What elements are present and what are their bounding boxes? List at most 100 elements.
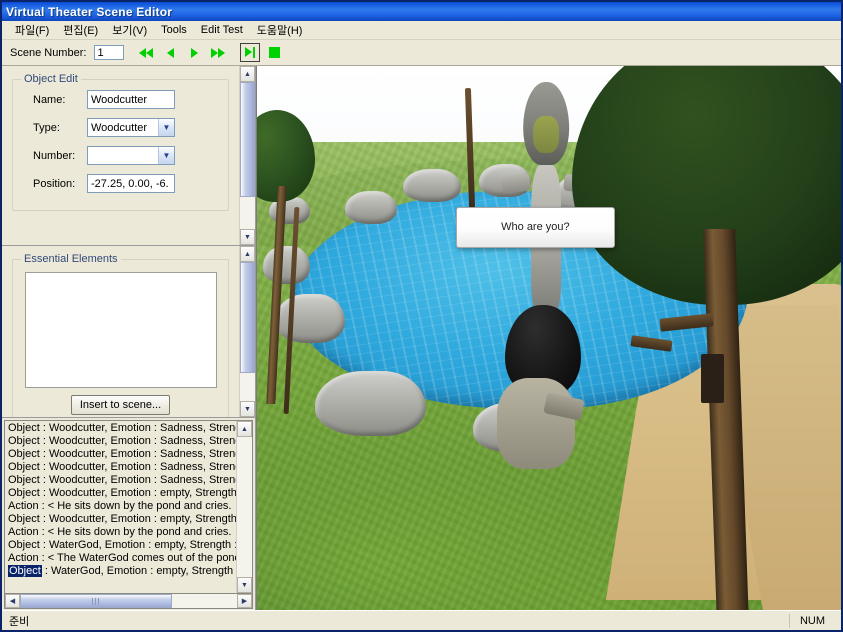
scroll-right-icon[interactable]: ▶ [237,594,252,608]
menu-view[interactable]: 보기(V) [105,20,154,40]
speech-bubble-text: Who are you? [501,221,570,234]
scroll-down-icon[interactable]: ▼ [237,577,252,593]
scene-number-input[interactable] [94,45,125,60]
window-title: Virtual Theater Scene Editor [6,4,173,19]
log-row-prefix: Object [8,565,42,577]
script-log-box[interactable]: Object : Woodcutter, Emotion : Sadness, … [4,420,253,594]
log-row-text: : Woodcutter, Emotion : Sadness, Strengt [39,448,236,460]
number-combobox[interactable]: ▼ [87,146,175,165]
object-edit-group-title: Object Edit [21,73,81,85]
scroll-up-icon[interactable]: ▲ [240,246,255,262]
scene-number-label: Scene Number: [10,46,87,59]
insert-to-scene-button[interactable]: Insert to scene... [70,395,171,415]
log-row[interactable]: Object : Woodcutter, Emotion : empty, St… [6,513,236,526]
rock [403,169,462,202]
scroll-left-icon[interactable]: ◀ [5,594,20,608]
scroll-down-icon[interactable]: ▼ [240,401,255,417]
toolbar: Scene Number: [2,40,841,66]
log-row-prefix: Object [8,513,40,525]
log-row[interactable]: Object : Woodcutter, Emotion : Sadness, … [6,474,236,487]
rewind-icon [139,47,154,58]
scroll-thumb[interactable] [240,262,255,374]
log-row[interactable]: Object : Woodcutter, Emotion : Sadness, … [6,422,236,435]
number-label: Number: [33,149,76,162]
log-row[interactable]: Object : Woodcutter, Emotion : empty, St… [6,487,236,500]
name-input[interactable] [87,90,175,109]
essential-elements-pane: Essential Elements Insert to scene... ▲ … [2,246,255,418]
chevron-down-icon[interactable]: ▼ [158,119,174,136]
log-row[interactable]: Action : < The WaterGod comes out of the… [6,552,236,565]
essential-elements-group-title: Essential Elements [21,253,121,265]
log-row-text: : < He sits down by the pond and cries. [38,526,232,538]
play-button[interactable] [240,43,261,62]
branch-stub [700,354,725,404]
log-row-text: : < He sits down by the pond and cries. [38,500,232,512]
essential-elements-scrollbar[interactable]: ▲ ▼ [239,246,255,417]
script-log-scrollbar[interactable]: ▲ ▼ [236,421,252,593]
log-row-prefix: Object [8,539,40,551]
fast-forward-icon [211,47,226,58]
menu-edit[interactable]: 편집(E) [56,20,105,40]
position-row: Position: [21,174,220,193]
log-row[interactable]: Object : Woodcutter, Emotion : Sadness, … [6,461,236,474]
type-combobox[interactable]: Woodcutter ▼ [87,118,175,137]
log-row[interactable]: Object : WaterGod, Emotion : empty, Stre… [6,565,236,578]
scroll-thumb[interactable] [240,82,255,197]
type-combobox-value: Woodcutter [91,121,148,134]
log-row-prefix: Object [8,474,40,486]
scroll-down-icon[interactable]: ▼ [240,229,255,245]
log-row-prefix: Object [8,448,40,460]
stop-button[interactable] [264,43,285,62]
object-edit-pane: Object Edit Name: Type: Woodcutter ▼ [2,66,255,246]
chevron-down-icon[interactable]: ▼ [158,147,174,164]
log-row-prefix: Object [8,435,40,447]
log-row-text: : Woodcutter, Emotion : Sadness, Strengt [39,474,236,486]
position-input[interactable] [87,174,175,193]
menu-tools[interactable]: Tools [154,22,194,38]
log-row-text: : Woodcutter, Emotion : empty, Strength [39,513,236,525]
scene-3d-viewport[interactable]: Who are you? [256,66,841,610]
script-log-hscrollbar[interactable]: ◀ ▶ [4,594,253,609]
menu-help[interactable]: 도움말(H) [250,20,310,40]
log-row-text: : Woodcutter, Emotion : empty, Strength [39,487,236,499]
first-scene-button[interactable] [136,43,157,62]
status-message: 준비 [9,615,30,628]
script-log-pane: Object : Woodcutter, Emotion : Sadness, … [2,418,255,610]
log-row-prefix: Object [8,422,40,434]
last-scene-button[interactable] [208,43,229,62]
log-row-text: : Woodcutter, Emotion : Sadness, Strengt [39,461,236,473]
character-woodcutter[interactable] [491,305,596,479]
rock [315,370,427,436]
log-row[interactable]: Object : Woodcutter, Emotion : Sadness, … [6,435,236,448]
rock [262,245,310,284]
object-edit-scrollbar[interactable]: ▲ ▼ [239,66,255,245]
position-label: Position: [33,177,76,190]
log-row-text: : Woodcutter, Emotion : Sadness, Strengt [39,435,236,447]
status-bar: 준비 NUM [2,610,841,630]
log-row-prefix: Action [8,500,39,512]
next-icon [190,47,198,58]
menu-edit-test[interactable]: Edit Test [194,22,250,38]
previous-scene-button[interactable] [160,43,181,62]
scroll-track-horizontal[interactable] [20,594,237,608]
left-panel: Object Edit Name: Type: Woodcutter ▼ [2,66,256,610]
scroll-up-icon[interactable]: ▲ [240,66,255,82]
menu-file[interactable]: 파일(F) [8,20,56,40]
log-row[interactable]: Action : < He sits down by the pond and … [6,526,236,539]
log-row[interactable]: Action : < He sits down by the pond and … [6,500,236,513]
scroll-thumb-horizontal[interactable] [20,594,172,608]
essential-elements-group: Essential Elements Insert to scene... [12,253,229,417]
insert-button-row: Insert to scene... [21,395,220,415]
application-window: Virtual Theater Scene Editor 파일(F) 편집(E)… [0,0,843,632]
name-label: Name: [33,93,66,106]
scroll-track[interactable] [240,82,255,229]
log-row[interactable]: Object : Woodcutter, Emotion : Sadness, … [6,448,236,461]
scroll-track[interactable] [240,262,255,401]
log-row[interactable]: Object : WaterGod, Emotion : empty, Stre… [6,539,236,552]
scroll-up-icon[interactable]: ▲ [237,421,252,437]
name-row: Name: [21,90,220,109]
scroll-track[interactable] [237,437,252,577]
script-log-list[interactable]: Object : Woodcutter, Emotion : Sadness, … [5,421,236,593]
next-scene-button[interactable] [184,43,205,62]
essential-elements-listbox[interactable] [24,272,217,388]
